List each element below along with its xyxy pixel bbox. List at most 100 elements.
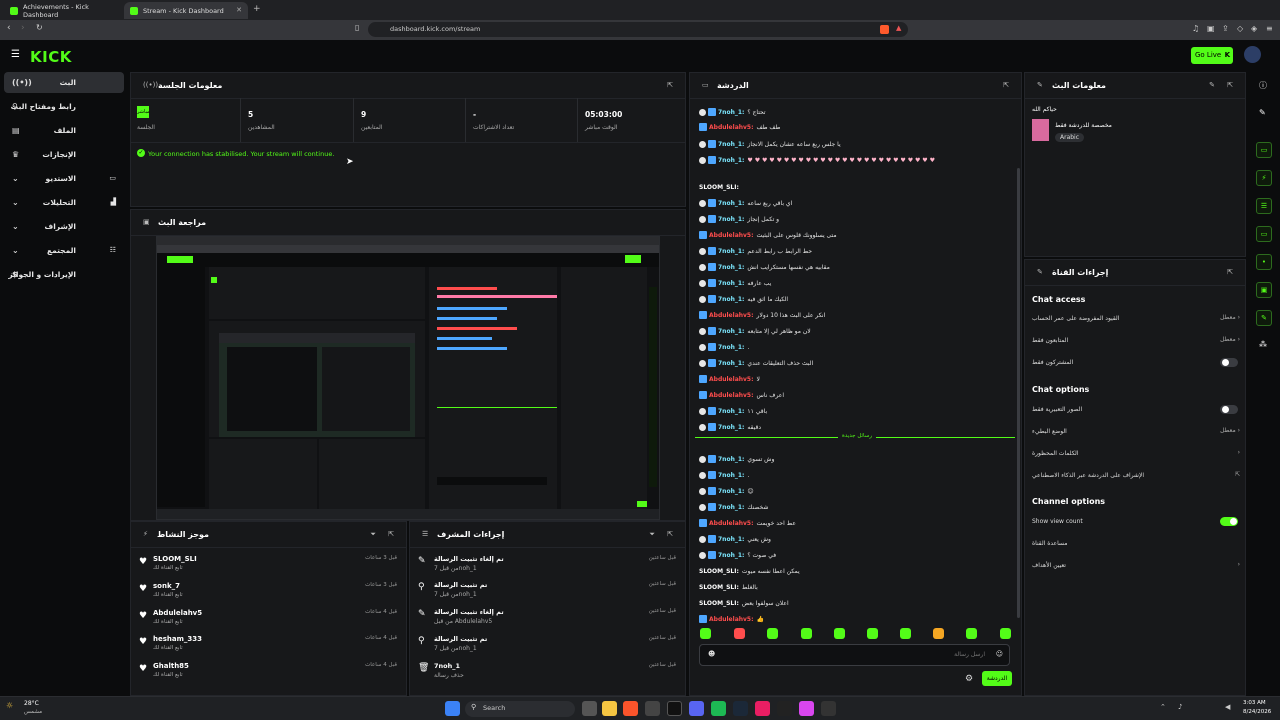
chat-message[interactable]: SLOOM_SLI: بالغلط	[699, 581, 758, 593]
rail-activity-icon[interactable]: ⚡	[1256, 170, 1272, 186]
chat-username[interactable]: SLOOM_SLI:	[699, 184, 739, 191]
popout-icon[interactable]: ⇱	[1227, 268, 1233, 276]
chat-username[interactable]: Abdulelahv5:	[709, 520, 754, 527]
add-widget-icon[interactable]: ⁂	[1259, 340, 1267, 349]
sidebar-item-studio[interactable]: ⌄ الاستديو ▭	[4, 168, 124, 189]
chat-username[interactable]: 7noh_1:	[718, 200, 744, 207]
chat-message[interactable]: 7noh_1: دقيقه	[699, 421, 761, 433]
media-icon[interactable]: ♫	[1192, 24, 1199, 33]
stream-category[interactable]: مخصصة للدردشة فقط	[1055, 122, 1112, 129]
emote-icon[interactable]	[900, 628, 911, 639]
setting-goals[interactable]: تعيين الأهداف ›	[1032, 560, 1240, 574]
sidebar-item-revenue[interactable]: $ الإيرادات و الجوائز	[4, 264, 124, 285]
emote-icon[interactable]	[801, 628, 812, 639]
info-icon[interactable]: ⓘ	[1259, 80, 1267, 91]
chat-username[interactable]: 7noh_1:	[718, 424, 744, 431]
chat-username[interactable]: 7noh_1:	[718, 536, 744, 543]
weather-temp[interactable]: 28°C	[24, 700, 39, 707]
reload-icon[interactable]: ↻	[36, 23, 43, 32]
chat-message[interactable]: 7noh_1: يا جلس ربع ساعه عشان يكمل الانجاز	[699, 138, 841, 150]
filter-icon[interactable]: ⏷	[649, 530, 655, 539]
filter-icon[interactable]: ⏷	[370, 530, 376, 539]
chat-message[interactable]: SLOOM_SLI: يمكن اعطا نفسه ميوت	[699, 565, 800, 577]
smiley-icon[interactable]: ☺	[996, 650, 1003, 658]
chat-message[interactable]: Abdulelahv5: طف طف	[699, 121, 780, 133]
clock-time[interactable]: 3:03 AM	[1243, 700, 1266, 706]
popout-icon[interactable]: ⇱	[388, 530, 394, 538]
emote-icon[interactable]	[933, 628, 944, 639]
rail-tools-icon[interactable]: ✎	[1256, 310, 1272, 326]
kick-logo[interactable]: KICK	[30, 48, 72, 66]
emote-icon[interactable]	[1000, 628, 1011, 639]
chat-message[interactable]: SLOOM_SLI:	[699, 181, 742, 193]
chat-message[interactable]: Abdulelahv5: عط احد خويمت	[699, 517, 796, 529]
chat-username[interactable]: 7noh_1:	[718, 280, 744, 287]
rail-modactions-icon[interactable]: ☰	[1256, 198, 1272, 214]
chat-message[interactable]: 7noh_1: و تكمل إنجاز	[699, 213, 779, 225]
sidebar-item-achievements[interactable]: ♛ الإنجازات	[4, 144, 124, 165]
share-icon[interactable]: ⇪	[1222, 24, 1229, 33]
chat-username[interactable]: 7noh_1:	[718, 248, 744, 255]
extensions-icon[interactable]: ◇	[1237, 24, 1243, 33]
chat-scrollbar[interactable]	[1017, 168, 1020, 618]
chat-message[interactable]: 7noh_1: تحتاج ؟	[699, 106, 766, 118]
sidebar-item-stream[interactable]: ((•)) البث	[4, 72, 124, 93]
emote-icon[interactable]	[834, 628, 845, 639]
chat-username[interactable]: Abdulelahv5:	[709, 392, 754, 399]
rail-preview-icon[interactable]: ▣	[1256, 282, 1272, 298]
chat-username[interactable]: 7noh_1:	[718, 141, 744, 148]
chat-message[interactable]: 7noh_1: 😊	[699, 485, 754, 497]
go-live-button[interactable]: Go Live K	[1191, 47, 1233, 64]
chat-message[interactable]: Abdulelahv5: متى يسلوونك قلوس على البثيث	[699, 229, 837, 241]
chat-message[interactable]: 7noh_1: باقي ١١	[699, 405, 767, 417]
volume-icon[interactable]: ◀	[1225, 703, 1230, 711]
popout-icon[interactable]: ⇱	[1227, 81, 1233, 89]
activity-user[interactable]: Ghalth85	[153, 662, 189, 670]
activity-user[interactable]: SLOOM_SLI	[153, 555, 197, 563]
tray-icon[interactable]: ⌃	[1160, 703, 1166, 711]
sidebar-item-analytics[interactable]: ⌄ التحليلات ▟	[4, 192, 124, 213]
chat-username[interactable]: 7noh_1:	[718, 408, 744, 415]
chat-message[interactable]: 7noh_1: شخصنك	[699, 501, 768, 513]
chat-message[interactable]: 7noh_1: لان مو ظاهر لي إلا متابعه	[699, 325, 811, 337]
stream-preview-video[interactable]	[156, 236, 660, 520]
setting-account-age[interactable]: القيود المفروضة على عمر الحساب معطل ›	[1032, 313, 1240, 327]
chat-username[interactable]: Abdulelahv5:	[709, 376, 754, 383]
chat-input[interactable]: ☻ ارسل رسالة ☺	[699, 644, 1010, 666]
file-explorer-icon[interactable]	[602, 701, 617, 716]
sidebar-toggle-icon[interactable]: ▣	[1207, 24, 1215, 33]
chat-message[interactable]: Abdulelahv5: لا	[699, 373, 760, 385]
chat-message[interactable]: 7noh_1:.	[699, 469, 749, 481]
tab-achievements[interactable]: Achievements - Kick Dashboard	[4, 2, 122, 19]
chat-message[interactable]: 7noh_1: ♥ ♥ ♥ ♥ ♥ ♥ ♥ ♥ ♥ ♥ ♥ ♥ ♥ ♥ ♥ ♥ ♥…	[699, 154, 935, 166]
activity-user[interactable]: Abdulelahv5	[153, 609, 202, 617]
chat-username[interactable]: 7noh_1:	[718, 296, 744, 303]
setting-ai-moderation[interactable]: الإشراف على الدردشة عبر الذكاء الاصطناعي…	[1032, 470, 1240, 484]
chat-message[interactable]: SLOOM_SLI: اعلان سولفوا بعض	[699, 597, 789, 609]
chat-message[interactable]: Abdulelahv5: 👍	[699, 613, 764, 625]
chat-message[interactable]: 7noh_1: يب عارفه	[699, 277, 771, 289]
avatar[interactable]	[1244, 46, 1261, 63]
setting-channel-help[interactable]: مساعدة القناة	[1032, 538, 1240, 552]
chat-username[interactable]: 7noh_1:	[718, 157, 744, 164]
emote-icon[interactable]	[867, 628, 878, 639]
chat-username[interactable]: Abdulelahv5:	[709, 232, 754, 239]
chat-message[interactable]: 7noh_1: في صوت ؟	[699, 549, 776, 561]
url-field[interactable]: dashboard.kick.com/stream	[368, 22, 908, 37]
settings-gear-icon[interactable]: ⚙	[965, 674, 973, 684]
chat-username[interactable]: 7noh_1:	[718, 109, 744, 116]
store-icon[interactable]	[645, 701, 660, 716]
close-tab-icon[interactable]: ✕	[236, 6, 242, 14]
chat-username[interactable]: 7noh_1:	[718, 472, 744, 479]
hamburger-menu-icon[interactable]: ☰	[11, 49, 20, 60]
chat-username[interactable]: SLOOM_SLI:	[699, 584, 739, 591]
microphone-icon[interactable]: ♪	[1178, 703, 1182, 711]
emotes-only-toggle[interactable]	[1220, 405, 1238, 414]
rail-session-icon[interactable]: ▭	[1256, 142, 1272, 158]
popout-icon[interactable]: ⇱	[667, 530, 673, 538]
emote-icon[interactable]	[767, 628, 778, 639]
obs-icon[interactable]	[821, 701, 836, 716]
clock-date[interactable]: 8/24/2026	[1243, 709, 1271, 715]
sidebar-item-community[interactable]: ⌄ المجتمع ☷	[4, 240, 124, 261]
chat-username[interactable]: Abdulelahv5:	[709, 124, 754, 131]
